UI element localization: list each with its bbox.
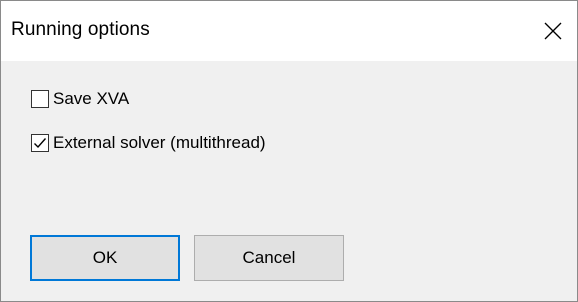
title-bar: Running options — [1, 1, 577, 61]
external-solver-option[interactable]: External solver (multithread) — [31, 133, 266, 153]
save-xva-label: Save XVA — [53, 89, 130, 108]
close-button[interactable] — [529, 1, 577, 61]
external-solver-checkbox[interactable] — [31, 134, 49, 152]
cancel-button[interactable]: Cancel — [194, 235, 344, 281]
running-options-dialog: Running options Save XVA External solver… — [0, 0, 578, 302]
external-solver-label: External solver (multithread) — [53, 133, 266, 152]
dialog-title: Running options — [11, 19, 150, 40]
ok-button[interactable]: OK — [30, 235, 180, 281]
close-icon — [544, 22, 562, 40]
dialog-content: Save XVA External solver (multithread) O… — [1, 61, 577, 301]
checkmark-icon — [34, 138, 47, 149]
save-xva-option[interactable]: Save XVA — [31, 89, 129, 109]
save-xva-checkbox[interactable] — [31, 90, 49, 108]
